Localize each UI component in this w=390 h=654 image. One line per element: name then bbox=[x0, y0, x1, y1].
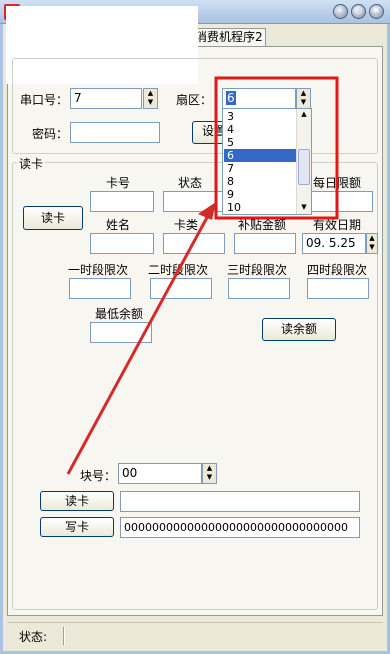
highlight-box bbox=[214, 76, 339, 220]
pointer-arrow-line bbox=[66, 211, 212, 475]
pointer-arrowhead bbox=[198, 202, 216, 220]
annotation-overlay bbox=[66, 76, 339, 475]
